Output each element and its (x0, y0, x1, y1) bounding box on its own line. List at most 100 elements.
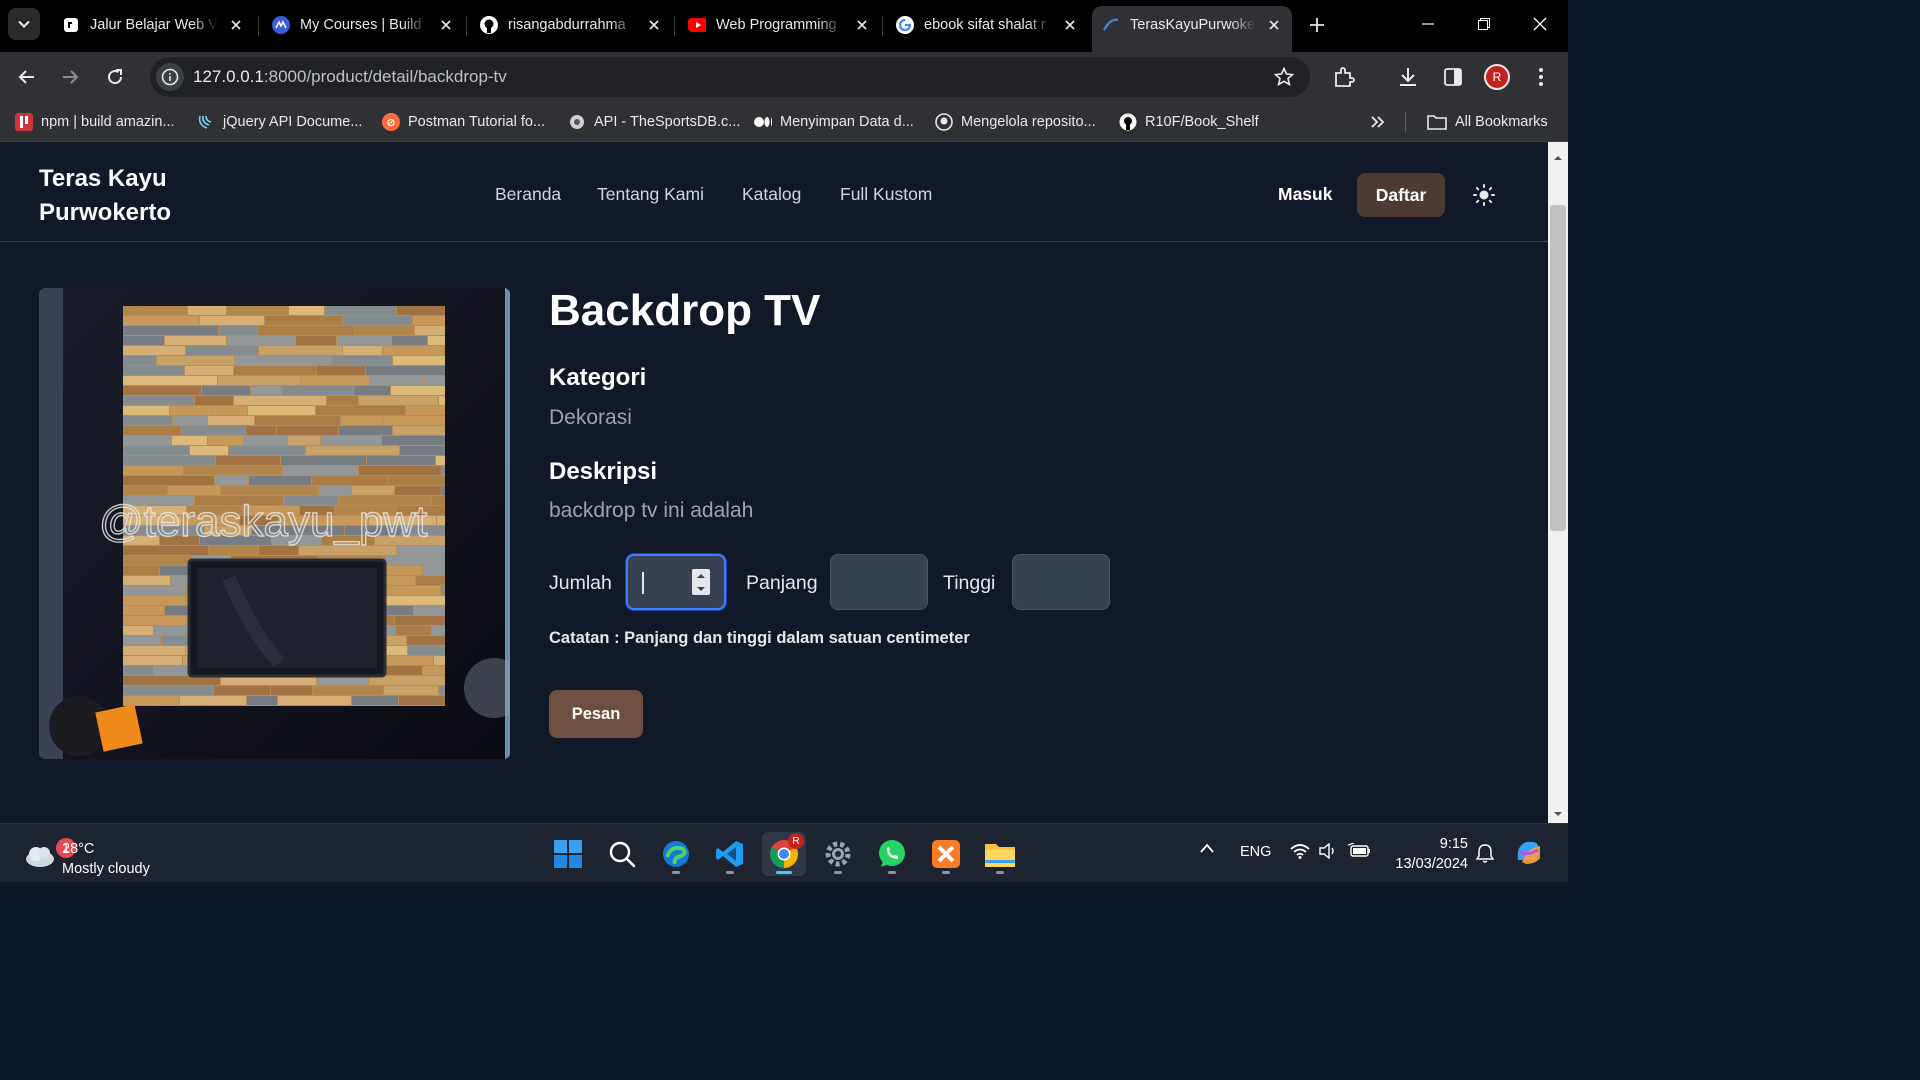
close-window-button[interactable] (1512, 0, 1568, 48)
site-favicon-icon (1102, 16, 1120, 34)
bookmark-medium[interactable]: Menyimpan Data d... (754, 110, 914, 134)
tab-2[interactable]: My Courses | Build (262, 6, 464, 44)
chrome-profile-badge: R (788, 833, 804, 849)
nav-tentang-kami[interactable]: Tentang Kami (597, 184, 704, 205)
folder-icon (1427, 115, 1447, 130)
input-language[interactable]: ENG (1240, 844, 1271, 860)
taskbar-clock[interactable]: 9:15 13/03/2024 (1388, 834, 1468, 874)
downloads-button[interactable] (1392, 61, 1424, 93)
bookmark-sportsdb[interactable]: API - TheSportsDB.c... (568, 110, 740, 134)
close-icon[interactable] (854, 17, 870, 33)
taskbar-chrome[interactable]: R (762, 832, 806, 876)
length-label: Panjang (746, 572, 818, 594)
volume-icon[interactable] (1319, 842, 1339, 863)
chevron-up-icon (1200, 843, 1214, 853)
site-brand[interactable]: Teras Kayu Purwokerto (39, 162, 219, 230)
taskbar-search-button[interactable] (600, 832, 644, 876)
taskbar-xampp[interactable] (924, 832, 968, 876)
close-icon[interactable] (646, 17, 662, 33)
size-note: Catatan : Panjang dan tinggi dalam satua… (549, 629, 970, 647)
scroll-down-icon[interactable] (1548, 806, 1568, 822)
close-icon[interactable] (438, 17, 454, 33)
tab-6-active[interactable]: TerasKayuPurwoke (1092, 6, 1292, 52)
description-heading: Deskripsi (549, 458, 658, 485)
site-info-icon[interactable] (156, 63, 184, 91)
tab-search-button[interactable] (8, 8, 40, 40)
tab-1[interactable]: Jalur Belajar Web V (52, 6, 254, 44)
taskbar-settings[interactable] (816, 832, 860, 876)
order-button[interactable]: Pesan (549, 690, 643, 738)
chrome-menu-button[interactable] (1525, 61, 1557, 93)
bookmark-jquery[interactable]: jQuery API Docume... (197, 110, 362, 134)
bookmark-star-icon[interactable] (1272, 65, 1296, 89)
tab-title: Jalur Belajar Web V (90, 17, 218, 33)
taskbar-file-explorer[interactable] (978, 832, 1022, 876)
start-button[interactable] (546, 832, 590, 876)
xampp-icon (932, 840, 960, 868)
login-link[interactable]: Masuk (1278, 184, 1332, 205)
close-icon[interactable] (1062, 17, 1078, 33)
bookmark-npm[interactable]: npm | build amazin... (15, 110, 175, 134)
nav-katalog[interactable]: Katalog (742, 184, 801, 205)
quantity-input[interactable] (626, 554, 726, 610)
dicoding-favicon-icon (62, 16, 80, 34)
side-panel-button[interactable] (1437, 61, 1469, 93)
category-value: Dekorasi (549, 406, 632, 429)
close-icon[interactable] (228, 17, 244, 33)
tab-title: My Courses | Build (300, 17, 422, 33)
all-bookmarks-button[interactable]: All Bookmarks (1427, 110, 1548, 134)
wifi-icon[interactable] (1290, 843, 1310, 863)
spin-down-icon[interactable] (696, 586, 706, 592)
arrow-left-icon (18, 70, 34, 84)
github-icon (935, 113, 953, 131)
copilot-icon[interactable] (1514, 838, 1544, 870)
extensions-button[interactable] (1328, 61, 1360, 93)
bookmark-github-docs[interactable]: Mengelola reposito... (935, 110, 1096, 134)
tab-4[interactable]: Web Programming (678, 6, 880, 44)
number-spinner[interactable] (692, 569, 710, 595)
address-bar[interactable]: 127.0.0.1:8000/product/detail/backdrop-t… (150, 57, 1310, 97)
puzzle-icon (1335, 67, 1355, 87)
arrow-right-icon (63, 70, 79, 84)
category-heading: Kategori (549, 364, 647, 391)
site-navbar: Teras Kayu Purwokerto Beranda Tentang Ka… (0, 142, 1548, 242)
download-icon (1400, 68, 1416, 86)
show-hidden-icons[interactable] (1199, 842, 1215, 858)
tab-title: risangabdurrahma (508, 17, 626, 33)
taskbar-edge[interactable] (654, 832, 698, 876)
scrollbar-thumb[interactable] (1550, 205, 1566, 531)
taskbar-vscode[interactable] (708, 832, 752, 876)
battery-icon[interactable] (1347, 842, 1372, 863)
tab-5[interactable]: ebook sifat shalat r (886, 6, 1088, 44)
height-input[interactable] (1012, 554, 1110, 610)
length-input[interactable] (830, 554, 928, 610)
google-favicon-icon (896, 16, 914, 34)
address-url[interactable]: 127.0.0.1:8000/product/detail/backdrop-t… (193, 67, 507, 87)
nav-beranda[interactable]: Beranda (495, 184, 561, 205)
watermark-text: @teraskayu_pwt (99, 497, 427, 546)
tab-3[interactable]: risangabdurrahma (470, 6, 672, 44)
close-icon[interactable] (1266, 17, 1282, 33)
register-button[interactable]: Daftar (1357, 173, 1445, 217)
windows-logo-icon (554, 840, 582, 868)
browser-toolbar: 127.0.0.1:8000/product/detail/backdrop-t… (0, 52, 1568, 102)
youtube-favicon-icon (688, 16, 706, 34)
weather-widget[interactable]: 1 28°C Mostly cloudy (20, 832, 220, 877)
scroll-up-icon[interactable] (1548, 150, 1568, 166)
profile-avatar[interactable]: R (1484, 64, 1510, 90)
sportsdb-icon (568, 113, 586, 131)
bookmarks-overflow-button[interactable] (1370, 110, 1386, 134)
notification-bell-icon[interactable] (1475, 843, 1495, 867)
bookmark-book-shelf[interactable]: R10F/Book_Shelf (1119, 110, 1259, 134)
nav-full-kustom[interactable]: Full Kustom (840, 184, 932, 205)
restore-button[interactable] (1456, 0, 1512, 48)
back-button[interactable] (11, 61, 43, 93)
reload-button[interactable] (99, 61, 131, 93)
forward-button[interactable] (54, 61, 86, 93)
new-tab-button[interactable] (1303, 11, 1331, 39)
minimize-button[interactable] (1400, 0, 1456, 48)
bookmark-postman[interactable]: ⊘ Postman Tutorial fo... (382, 110, 545, 134)
taskbar-whatsapp[interactable] (870, 832, 914, 876)
spin-up-icon[interactable] (696, 573, 706, 579)
theme-toggle-button[interactable] (1472, 183, 1496, 207)
